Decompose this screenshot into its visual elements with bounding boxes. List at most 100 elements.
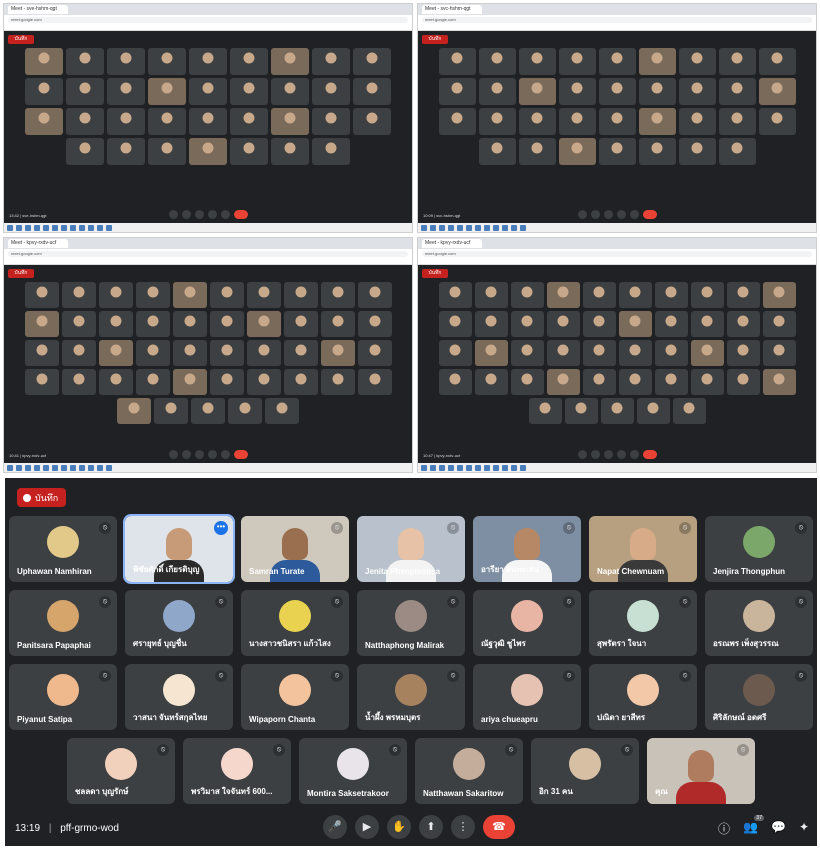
participant-tile[interactable] [678,78,716,105]
participant-tile[interactable] [283,369,318,395]
recording-indicator[interactable]: บันทึก [8,35,34,44]
participant-tile[interactable] [510,369,544,395]
raise-hand-button[interactable] [194,209,204,219]
participant-tile[interactable] [135,311,170,337]
participant-tile[interactable]: ⦸ ariya chueapru [473,664,581,730]
participant-tile[interactable] [690,340,724,366]
browser-tab[interactable]: Meet - kpvy-rxdv-ucf [422,239,482,248]
participant-tile[interactable] [189,48,227,75]
participant-tile[interactable] [357,340,392,366]
taskbar-app-icon[interactable] [43,464,49,471]
participant-tile[interactable]: ⦸ Samran Turate [241,516,349,582]
leave-call-button[interactable] [233,209,248,219]
microphone-button[interactable] [168,449,178,459]
participant-tile[interactable] [24,311,59,337]
taskbar-app-icon[interactable] [421,464,427,471]
participants-button[interactable]: 👥 37 [743,815,764,837]
participant-tile[interactable] [618,282,652,308]
participant-tile[interactable] [271,48,309,75]
taskbar-app-icon[interactable] [7,224,13,231]
participant-tile[interactable] [283,311,318,337]
participant-tile[interactable]: ••• พิชัยศักดิ์ เกียรติบุญ [123,514,235,584]
taskbar-app-icon[interactable] [466,464,472,471]
participant-tile[interactable] [230,78,268,105]
taskbar-app-icon[interactable] [484,464,490,471]
participant-tile[interactable] [357,369,392,395]
browser-tab[interactable]: Meet - sve-hshm-qgt [8,5,68,14]
participant-tile[interactable] [718,138,756,165]
participant-tile[interactable] [61,311,96,337]
participant-tile[interactable] [246,369,281,395]
participant-tile[interactable]: ⦸ คุณ [647,738,755,804]
participant-tile[interactable] [474,369,508,395]
participant-tile[interactable] [474,340,508,366]
participant-tile[interactable] [230,108,268,135]
participant-tile[interactable] [107,138,145,165]
participant-tile[interactable] [172,340,207,366]
participant-tile[interactable] [518,108,556,135]
participant-tile[interactable] [518,138,556,165]
activities-button[interactable]: ✦ [799,820,809,837]
camera-button[interactable] [590,449,600,459]
participant-tile[interactable] [478,48,516,75]
participant-tile[interactable]: ⦸ Jenita Phenpisonsa [357,516,465,582]
participant-tile[interactable] [510,340,544,366]
participant-tile[interactable] [209,282,244,308]
taskbar-app-icon[interactable] [7,464,13,471]
participant-tile[interactable] [438,78,476,105]
browser-tab[interactable]: Meet - svc-hshm-qgt [422,5,482,14]
participant-tile[interactable] [135,369,170,395]
participant-tile[interactable] [474,311,508,337]
participant-tile[interactable]: ⦸ อิก 31 คน [531,738,639,804]
participant-tile[interactable] [117,398,151,424]
participant-tile[interactable]: ⦸ Natthaphong Malirak [357,590,465,656]
participant-tile[interactable]: ⦸ Natthawan Sakaritow [415,738,523,804]
participant-tile[interactable] [598,108,636,135]
leave-call-button[interactable] [233,449,248,459]
participant-tile[interactable] [546,369,580,395]
taskbar-app-icon[interactable] [34,224,40,231]
participant-tile[interactable] [546,311,580,337]
raise-hand-button[interactable] [194,449,204,459]
participant-tile[interactable] [246,340,281,366]
participant-tile[interactable] [228,398,262,424]
participant-tile[interactable] [172,282,207,308]
leave-call-button[interactable]: ☎ [483,815,515,839]
participant-tile[interactable] [546,282,580,308]
taskbar-app-icon[interactable] [25,464,31,471]
participant-tile[interactable] [148,78,186,105]
participant-tile[interactable] [582,282,616,308]
participant-tile[interactable] [558,48,596,75]
raise-hand-button[interactable] [603,209,613,219]
taskbar-app-icon[interactable] [502,224,508,231]
participant-tile[interactable] [678,48,716,75]
taskbar-app-icon[interactable] [511,224,517,231]
participant-tile[interactable] [438,282,472,308]
participant-tile[interactable] [320,340,355,366]
participant-tile[interactable] [98,311,133,337]
participant-tile[interactable] [246,282,281,308]
participant-tile[interactable] [66,48,104,75]
participant-tile[interactable] [478,138,516,165]
participant-tile[interactable] [690,311,724,337]
participant-tile[interactable] [438,340,472,366]
participant-tile[interactable] [271,78,309,105]
participant-tile[interactable] [312,78,350,105]
participant-tile[interactable] [25,48,63,75]
taskbar-app-icon[interactable] [448,224,454,231]
participant-tile[interactable] [654,311,688,337]
participant-tile[interactable] [209,311,244,337]
present-button[interactable] [207,209,217,219]
participant-tile[interactable]: ⦸ ชลลดา บุญรักษ์ [67,738,175,804]
participant-tile[interactable]: ⦸ Uphawan Namhiran [9,516,117,582]
participant-tile[interactable] [148,48,186,75]
more-options-button[interactable] [629,449,639,459]
participant-tile[interactable] [582,340,616,366]
participant-tile[interactable] [678,138,716,165]
participant-tile[interactable] [283,340,318,366]
taskbar-app-icon[interactable] [520,464,526,471]
participant-tile[interactable] [582,311,616,337]
taskbar-app-icon[interactable] [520,224,526,231]
recording-indicator[interactable]: บันทึก [17,488,67,507]
participant-tile[interactable]: ⦸ Jenjira Thongphun [705,516,813,582]
